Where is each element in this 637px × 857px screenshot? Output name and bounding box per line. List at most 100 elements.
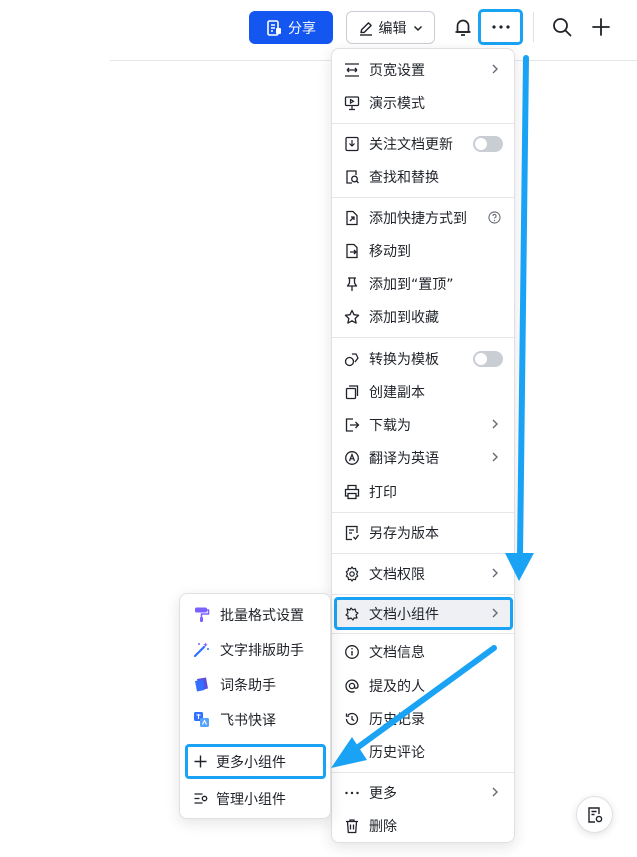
chevron-right-icon <box>492 419 498 429</box>
menu-item-permissions[interactable]: 文档权限 <box>332 557 514 590</box>
submenu-item-quick-translate[interactable]: 飞书快译 <box>180 703 330 736</box>
bell-icon[interactable] <box>451 15 475 39</box>
glossary-icon <box>195 677 208 692</box>
convert-template-toggle[interactable] <box>473 351 503 367</box>
menu-divider <box>332 633 514 634</box>
submenu-item-label: 批量格式设置 <box>220 607 304 624</box>
submenu-item-glossary[interactable]: 词条助手 <box>180 668 330 701</box>
menu-item-more[interactable]: 更多 <box>332 776 514 809</box>
menu-item-pin-top[interactable]: 添加到“置顶” <box>332 267 514 300</box>
mention-icon <box>345 678 359 693</box>
find-replace-icon <box>346 169 359 184</box>
template-icon <box>344 352 359 366</box>
menu-item-label: 历史评论 <box>369 744 425 761</box>
menu-item-label: 文档信息 <box>369 644 425 661</box>
menu-item-doc-info[interactable]: 文档信息 <box>332 635 514 668</box>
menu-item-doc-widgets[interactable]: 文档小组件 <box>332 597 514 630</box>
menu-item-label: 关注文档更新 <box>369 136 453 153</box>
magic-wand-icon <box>193 642 209 658</box>
menu-item-label: 历史记录 <box>369 711 425 728</box>
chevron-right-icon <box>492 568 498 578</box>
plus-icon[interactable] <box>589 15 613 39</box>
toolbar-divider <box>533 12 534 42</box>
menu-item-history[interactable]: 历史记录 <box>332 702 514 735</box>
menu-item-label: 移动到 <box>369 243 411 260</box>
comment-history-icon <box>345 745 359 759</box>
menu-item-label: 转换为模板 <box>369 351 439 368</box>
chevron-right-icon <box>492 787 498 797</box>
share-button[interactable]: 分享 <box>249 11 333 44</box>
menu-item-label: 翻译为英语 <box>369 450 439 467</box>
menu-item-label: 页宽设置 <box>369 62 425 79</box>
menu-item-follow-updates[interactable]: 关注文档更新 <box>332 127 514 160</box>
print-icon <box>344 484 360 499</box>
submenu-item-label: 更多小组件 <box>216 754 286 771</box>
translate-icon <box>345 450 359 465</box>
follow-icon <box>345 136 359 151</box>
pencil-icon <box>359 21 372 36</box>
chevron-down-icon <box>413 25 422 31</box>
submenu-item-batch-format[interactable]: 批量格式设置 <box>180 598 330 631</box>
submenu-item-layout-assistant[interactable]: 文字排版助手 <box>180 633 330 666</box>
shortcut-icon <box>346 210 358 225</box>
chevron-right-icon <box>492 608 498 618</box>
menu-item-move-to[interactable]: 移动到 <box>332 234 514 267</box>
copy-icon <box>345 384 359 399</box>
more-menu-button[interactable] <box>478 9 523 45</box>
edit-label: 编辑 <box>378 20 407 37</box>
menu-item-label: 文档权限 <box>369 566 425 583</box>
menu-item-label: 另存为版本 <box>369 525 439 542</box>
menu-item-presentation[interactable]: 演示模式 <box>332 86 514 119</box>
chevron-right-icon <box>492 64 498 74</box>
menu-item-translate[interactable]: 翻译为英语 <box>332 441 514 474</box>
gear-icon <box>345 565 359 582</box>
widgets-submenu: 批量格式设置 文字排版助手 词条助手 飞书快译 更多小组件 管理小组件 <box>179 593 331 819</box>
chevron-right-icon <box>492 452 498 462</box>
menu-item-convert-template[interactable]: 转换为模板 <box>332 342 514 375</box>
floating-doc-button[interactable] <box>576 796 613 833</box>
menu-item-save-version[interactable]: 另存为版本 <box>332 516 514 549</box>
menu-item-print[interactable]: 打印 <box>332 475 514 508</box>
menu-item-label: 文档小组件 <box>369 606 439 623</box>
menu-item-label: 下载为 <box>369 417 411 434</box>
menu-item-label: 删除 <box>369 818 397 835</box>
doc-settings-icon <box>587 806 602 823</box>
more-options-menu: 页宽设置 演示模式 关注文档更新 查找和替换 添加快捷方式到 移动到 添加到“置… <box>331 48 515 843</box>
menu-item-comment-history[interactable]: 历史评论 <box>332 735 514 768</box>
menu-item-label: 打印 <box>369 484 397 501</box>
menu-item-mentioned-people[interactable]: 提及的人 <box>332 669 514 702</box>
follow-updates-toggle[interactable] <box>473 136 503 152</box>
share-doc-icon <box>267 19 281 36</box>
menu-item-label: 添加快捷方式到 <box>369 210 467 227</box>
submenu-item-more-widgets[interactable]: 更多小组件 <box>180 745 330 778</box>
ellipsis-icon <box>491 25 510 29</box>
menu-item-create-copy[interactable]: 创建副本 <box>332 375 514 408</box>
menu-item-delete[interactable]: 删除 <box>332 809 514 842</box>
menu-divider <box>332 123 514 124</box>
plus-icon <box>194 755 207 768</box>
more-icon <box>345 791 359 794</box>
move-icon <box>346 243 358 258</box>
search-icon[interactable] <box>550 15 574 39</box>
menu-item-page-width[interactable]: 页宽设置 <box>332 53 514 86</box>
menu-item-find-replace[interactable]: 查找和替换 <box>332 160 514 193</box>
menu-item-add-favorite[interactable]: 添加到收藏 <box>332 300 514 333</box>
menu-divider <box>332 512 514 513</box>
presentation-icon <box>344 95 360 110</box>
trash-icon <box>346 818 358 833</box>
menu-item-label: 添加到“置顶” <box>369 276 454 293</box>
format-brush-icon <box>195 607 210 622</box>
share-label: 分享 <box>288 20 316 37</box>
menu-item-add-shortcut[interactable]: 添加快捷方式到 <box>332 201 514 234</box>
manage-widgets-icon <box>194 793 208 804</box>
help-icon[interactable] <box>488 211 501 224</box>
menu-item-label: 添加到收藏 <box>369 309 439 326</box>
menu-divider <box>332 553 514 554</box>
submenu-item-manage-widgets[interactable]: 管理小组件 <box>180 782 330 815</box>
menu-divider <box>332 594 514 595</box>
menu-divider <box>332 772 514 773</box>
menu-item-download-as[interactable]: 下载为 <box>332 408 514 441</box>
info-icon <box>345 644 359 659</box>
edit-mode-button[interactable]: 编辑 <box>346 11 435 44</box>
menu-item-label: 提及的人 <box>369 678 425 695</box>
